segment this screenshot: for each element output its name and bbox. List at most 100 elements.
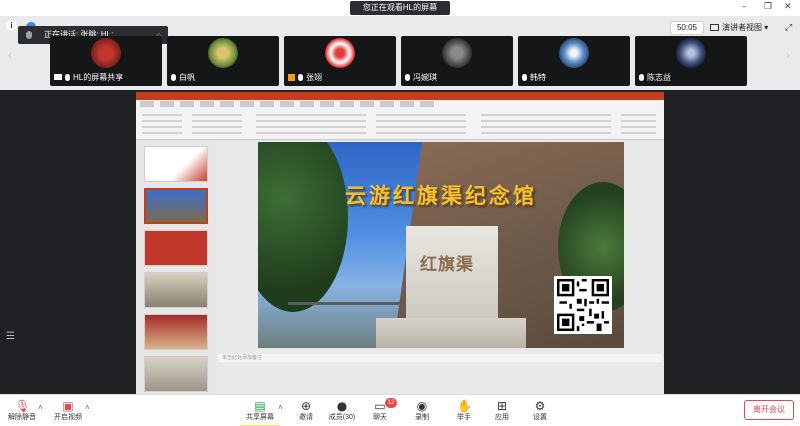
strip-prev-arrow-icon[interactable]: ‹	[8, 48, 12, 62]
participant-label: 冯婉琪	[405, 72, 437, 83]
ribbon-group	[256, 110, 366, 134]
shared-screen-area: 单击此处添加备注 红旗渠 云游红旗渠纪念馆 ☰	[0, 90, 800, 394]
hand-icon: ✋	[457, 399, 472, 413]
close-icon[interactable]: ✕	[784, 2, 792, 12]
steps-image	[376, 318, 526, 348]
invite-label: 邀请	[299, 414, 313, 421]
avatar	[442, 38, 472, 68]
participant-label: 白帆	[171, 72, 195, 83]
settings-button[interactable]: ⚙ 设置	[520, 397, 560, 425]
slide-thumbnail-selected[interactable]	[144, 188, 208, 224]
start-video-label: 开启视频	[54, 414, 82, 421]
avatar	[91, 38, 121, 68]
mic-icon	[298, 74, 303, 81]
slide-thumbnail[interactable]	[144, 272, 208, 308]
view-layout-icon	[710, 24, 719, 31]
participant-tile[interactable]: 张翊	[284, 36, 396, 86]
presenter-view-label: 演讲者视图	[722, 23, 762, 32]
qr-code-graphic	[557, 279, 609, 331]
slide-thumbnail[interactable]	[144, 230, 208, 266]
invite-button[interactable]: ⊕ 邀请	[286, 397, 326, 425]
share-options-chevron-icon[interactable]: ˄	[278, 403, 283, 412]
avatar	[676, 38, 706, 68]
participant-label: HL的屏幕共享	[54, 72, 123, 83]
ribbon-group	[192, 110, 242, 134]
participant-name: 韩特	[530, 73, 546, 82]
video-options-chevron-icon[interactable]: ˄	[85, 403, 90, 412]
window-title-bar: 您正在观看HL的屏幕 – ❐ ✕	[0, 0, 800, 16]
share-screen-button[interactable]: ▤ 共享屏幕	[240, 397, 280, 425]
add-user-icon: ⊕	[300, 399, 312, 413]
slide-thumbnails[interactable]	[136, 140, 216, 394]
participant-label: 张翊	[288, 72, 322, 83]
presenter-view-dropdown[interactable]: 演讲者视图 ▾	[710, 21, 780, 35]
participant-tile[interactable]: 冯婉琪	[401, 36, 513, 86]
chat-label: 聊天	[373, 414, 387, 421]
meeting-timer: 50:05	[670, 21, 704, 35]
apps-label: 应用	[495, 414, 509, 421]
chat-button[interactable]: ▭ 12 聊天	[360, 397, 400, 425]
participant-name: 冯婉琪	[413, 73, 437, 82]
qr-code	[554, 276, 612, 334]
mic-icon	[639, 74, 644, 81]
slide-thumbnail[interactable]	[144, 314, 208, 350]
ppt-ribbon	[136, 100, 664, 140]
meeting-toolbar: 🎙 解除静音 ˄ ▣ 开启视频 ˄ ▤ 共享屏幕 ˄ ⊕ 邀请 ● 成员(30)…	[0, 394, 800, 426]
gear-icon: ⚙	[534, 399, 546, 413]
mic-icon	[405, 74, 410, 81]
avatar	[325, 38, 355, 68]
slide-thumbnail[interactable]	[144, 146, 208, 182]
members-label: 成员(30)	[328, 414, 356, 421]
avatar	[559, 38, 589, 68]
ribbon-group	[481, 110, 611, 134]
apps-button[interactable]: ⊞ 应用	[482, 397, 522, 425]
sharing-status-pill: 您正在观看HL的屏幕	[350, 1, 450, 15]
leave-meeting-button[interactable]: 离开会议	[744, 400, 794, 420]
share-screen-label: 共享屏幕	[246, 414, 274, 421]
slide-headline: 云游红旗渠纪念馆	[345, 183, 537, 208]
monument-inscription: 红旗渠	[420, 255, 474, 275]
mic-icon	[26, 31, 32, 39]
slide-thumbnail[interactable]	[144, 356, 208, 392]
participant-name: 白帆	[179, 73, 195, 82]
notes-pane[interactable]: 单击此处添加备注	[218, 354, 662, 362]
current-slide: 红旗渠 云游红旗渠纪念馆	[258, 142, 624, 348]
unmute-button[interactable]: 🎙 解除静音	[2, 397, 42, 425]
ribbon-tabs	[140, 101, 440, 107]
settings-label: 设置	[533, 414, 547, 421]
minimize-icon[interactable]: –	[742, 2, 747, 12]
ribbon-group	[621, 110, 656, 134]
ribbon-group	[376, 110, 466, 134]
sidebar-toggle-icon[interactable]: ☰	[6, 332, 16, 342]
meeting-info-icon[interactable]: i	[6, 20, 17, 31]
participant-name: 陈志益	[647, 73, 671, 82]
members-button[interactable]: ● 成员(30)	[322, 397, 362, 425]
apps-grid-icon: ⊞	[496, 399, 508, 413]
mic-icon	[171, 74, 176, 81]
record-icon: ◉	[416, 399, 428, 413]
participant-tile[interactable]: HL的屏幕共享	[50, 36, 162, 86]
strip-next-arrow-icon[interactable]: ›	[786, 48, 790, 62]
participant-tile[interactable]: 韩特	[518, 36, 630, 86]
ribbon-group	[142, 110, 182, 134]
user-icon	[288, 74, 295, 81]
participant-tile[interactable]: 陈志益	[635, 36, 747, 86]
screen-share-icon	[54, 74, 62, 80]
participant-name: 张翊	[306, 73, 322, 82]
raise-hand-button[interactable]: ✋ 举手	[444, 397, 484, 425]
participant-tile[interactable]: 白帆	[167, 36, 279, 86]
muted-mic-icon: 🎙	[15, 399, 31, 413]
share-screen-icon: ▤	[254, 399, 266, 413]
participant-name: HL的屏幕共享	[73, 73, 124, 82]
start-video-button[interactable]: ▣ 开启视频	[48, 397, 88, 425]
participant-label: 陈志益	[639, 72, 671, 83]
record-label: 录制	[415, 414, 429, 421]
audio-options-chevron-icon[interactable]: ˄	[38, 403, 43, 412]
fullscreen-icon[interactable]: ⤢	[785, 22, 792, 33]
avatar	[208, 38, 238, 68]
tree-image	[258, 142, 348, 312]
ppt-title-bar	[136, 92, 664, 100]
mic-icon	[65, 74, 70, 81]
record-button[interactable]: ◉ 录制	[402, 397, 442, 425]
restore-icon[interactable]: ❐	[764, 2, 772, 12]
